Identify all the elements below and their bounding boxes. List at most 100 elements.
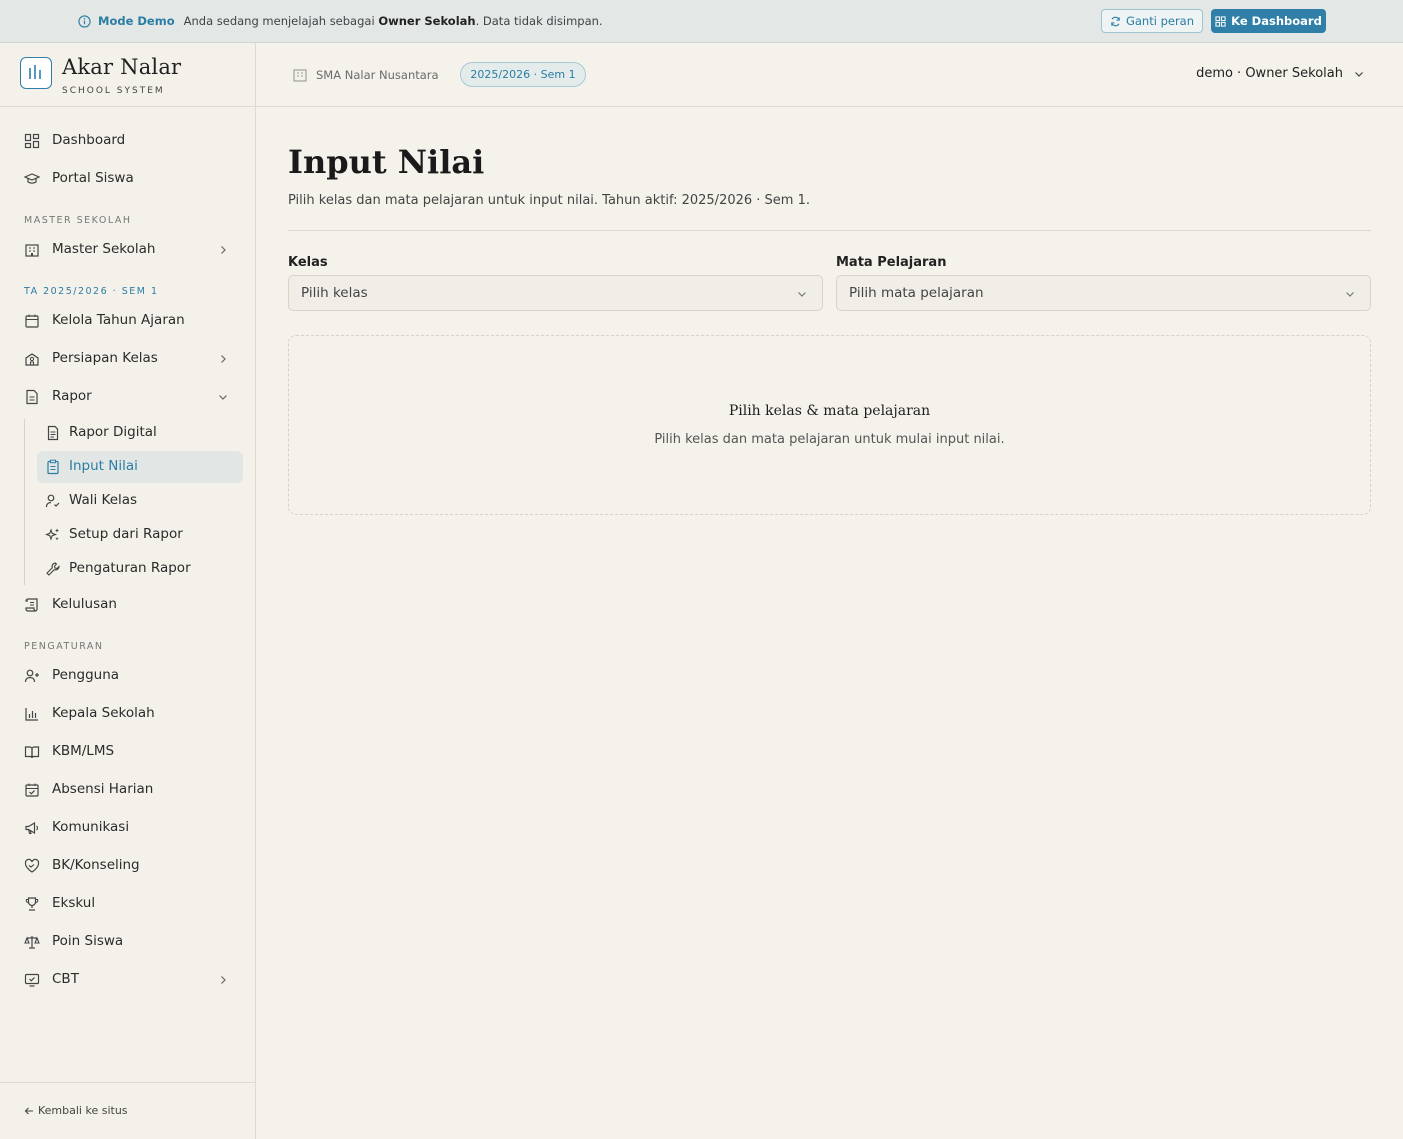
sidebar-item-komunikasi[interactable]: Komunikasi xyxy=(12,812,243,844)
info-icon xyxy=(78,14,91,28)
monitor-check-icon xyxy=(24,973,40,987)
sparkles-icon xyxy=(45,528,59,541)
brand-subtitle: SCHOOL SYSTEM xyxy=(62,86,165,96)
sidebar-item-kelulusan[interactable]: Kelulusan xyxy=(12,589,243,621)
sidebar-item-label: Kelola Tahun Ajaran xyxy=(52,312,185,328)
wrench-icon xyxy=(46,562,60,576)
page-title: Input Nilai xyxy=(288,143,485,181)
arrow-left-icon xyxy=(24,1107,33,1114)
demo-notice: Mode Demo Anda sedang menjelajah sebagai… xyxy=(78,0,603,42)
sidebar-item-label: Master Sekolah xyxy=(52,241,156,257)
sidebar-item-rapor[interactable]: Rapor xyxy=(12,381,243,413)
divider xyxy=(288,230,1371,231)
empty-state-title: Pilih kelas & mata pelajaran xyxy=(728,403,931,419)
megaphone-icon xyxy=(25,821,39,835)
user-label: demo · Owner Sekolah xyxy=(1196,66,1343,81)
chevron-right-icon xyxy=(221,246,226,254)
user-check-icon xyxy=(45,494,60,508)
sidebar-item-label: Dashboard xyxy=(52,132,126,148)
chevron-right-icon xyxy=(221,976,226,984)
demo-text-after: . Data tidak disimpan. xyxy=(475,14,603,28)
sidebar-item-wali-kelas[interactable]: Wali Kelas xyxy=(37,485,243,517)
sidebar-item-label: Input Nilai xyxy=(69,458,138,474)
sidebar-item-label: Kepala Sekolah xyxy=(52,705,155,721)
sidebar-item-kepala-sekolah[interactable]: Kepala Sekolah xyxy=(12,698,243,730)
book-open-icon xyxy=(24,746,40,759)
mapel-label: Mata Pelajaran xyxy=(836,255,947,270)
sidebar-item-persiapan-kelas[interactable]: Persiapan Kelas xyxy=(12,343,243,375)
calendar-icon xyxy=(25,314,39,328)
clipboard-icon xyxy=(47,459,59,475)
sidebar-item-absensi-harian[interactable]: Absensi Harian xyxy=(12,774,243,806)
chevron-down-icon xyxy=(798,292,806,297)
sidebar-item-dashboard[interactable]: Dashboard xyxy=(12,125,243,157)
sidebar-item-label: Absensi Harian xyxy=(52,781,154,797)
scroll-icon xyxy=(25,598,38,612)
sidebar-item-label: Rapor Digital xyxy=(69,424,157,440)
school-name: SMA Nalar Nusantara xyxy=(316,68,439,82)
back-to-site-link[interactable]: Kembali ke situs xyxy=(24,1104,128,1117)
sidebar-item-label: Pengaturan Rapor xyxy=(69,560,191,576)
main-content: Input Nilai Pilih kelas dan mata pelajar… xyxy=(256,107,1403,1139)
brand-logo-icon xyxy=(20,57,52,89)
brand[interactable]: Akar Nalar SCHOOL SYSTEM xyxy=(0,43,255,107)
refresh-icon xyxy=(1111,16,1120,26)
sidebar-item-kbm-lms[interactable]: KBM/LMS xyxy=(12,736,243,768)
brand-name: Akar Nalar xyxy=(62,55,182,79)
demo-mode-label: Mode Demo xyxy=(98,14,175,28)
section-label-ta: TA 2025/2026 · SEM 1 xyxy=(24,286,159,297)
go-dashboard-button[interactable]: Ke Dashboard xyxy=(1211,9,1326,33)
school-indicator: SMA Nalar Nusantara xyxy=(292,67,439,83)
academic-year-badge: 2025/2026 · Sem 1 xyxy=(460,62,586,87)
sidebar-item-input-nilai[interactable]: Input Nilai xyxy=(37,451,243,483)
sidebar-item-pengaturan-rapor[interactable]: Pengaturan Rapor xyxy=(37,553,243,585)
sidebar-item-kelola-tahun-ajaran[interactable]: Kelola Tahun Ajaran xyxy=(12,305,243,337)
scale-icon xyxy=(24,936,40,949)
sidebar-item-master-sekolah[interactable]: Master Sekolah xyxy=(12,234,243,266)
kelas-label: Kelas xyxy=(288,255,328,270)
demo-text: Anda sedang menjelajah sebagai Owner Sek… xyxy=(184,14,603,28)
user-menu[interactable]: demo · Owner Sekolah xyxy=(1196,66,1365,81)
empty-state-text: Pilih kelas dan mata pelajaran untuk mul… xyxy=(654,432,1005,447)
demo-banner: Mode Demo Anda sedang menjelajah sebagai… xyxy=(0,0,1403,43)
mapel-select-value: Pilih mata pelajaran xyxy=(849,285,984,301)
switch-role-label: Ganti peran xyxy=(1125,14,1195,28)
sidebar-item-label: Komunikasi xyxy=(52,819,130,835)
user-plus-icon xyxy=(24,669,39,683)
sidebar-item-poin-siswa[interactable]: Poin Siswa xyxy=(12,926,243,958)
sidebar-item-ekskul[interactable]: Ekskul xyxy=(12,888,243,920)
grid-icon xyxy=(1215,15,1226,27)
sidebar-item-pengguna[interactable]: Pengguna xyxy=(12,660,243,692)
document-icon xyxy=(26,389,38,405)
mapel-select[interactable]: Pilih mata pelajaran xyxy=(836,275,1371,311)
sidebar-item-cbt[interactable]: CBT xyxy=(12,964,243,996)
heart-handshake-icon xyxy=(24,858,40,873)
sidebar-item-bk-konseling[interactable]: BK/Konseling xyxy=(12,850,243,882)
back-to-site-label: Kembali ke situs xyxy=(38,1104,128,1117)
chevron-right-icon xyxy=(221,355,226,363)
top-header: SMA Nalar Nusantara 2025/2026 · Sem 1 de… xyxy=(256,43,1403,107)
submenu-guide-line xyxy=(24,419,25,585)
kelas-select[interactable]: Pilih kelas xyxy=(288,275,823,311)
demo-role: Owner Sekolah xyxy=(378,14,476,28)
sidebar-item-rapor-digital[interactable]: Rapor Digital xyxy=(37,417,243,449)
sidebar-item-label: Poin Siswa xyxy=(52,933,124,949)
switch-role-button[interactable]: Ganti peran xyxy=(1101,9,1203,33)
building-icon xyxy=(25,244,39,257)
bar-chart-icon xyxy=(25,708,38,721)
sidebar-item-label: Kelulusan xyxy=(52,596,117,612)
chevron-down-icon xyxy=(1346,292,1354,297)
sidebar-item-setup-dari-rapor[interactable]: Setup dari Rapor xyxy=(37,519,243,551)
calendar-check-icon xyxy=(25,783,39,797)
sidebar-item-label: Setup dari Rapor xyxy=(69,526,183,542)
section-label-pengaturan: PENGATURAN xyxy=(24,641,104,652)
empty-state: Pilih kelas & mata pelajaran Pilih kelas… xyxy=(288,335,1371,515)
kelas-select-value: Pilih kelas xyxy=(301,285,368,301)
sidebar-item-portal-siswa[interactable]: Portal Siswa xyxy=(12,163,243,195)
chevron-down-icon xyxy=(219,395,227,400)
sidebar-footer: Kembali ke situs xyxy=(0,1082,255,1139)
sidebar-item-label: KBM/LMS xyxy=(52,743,115,759)
sidebar-item-label: Portal Siswa xyxy=(52,170,134,186)
trophy-icon xyxy=(25,897,39,911)
dashboard-icon xyxy=(24,133,40,149)
